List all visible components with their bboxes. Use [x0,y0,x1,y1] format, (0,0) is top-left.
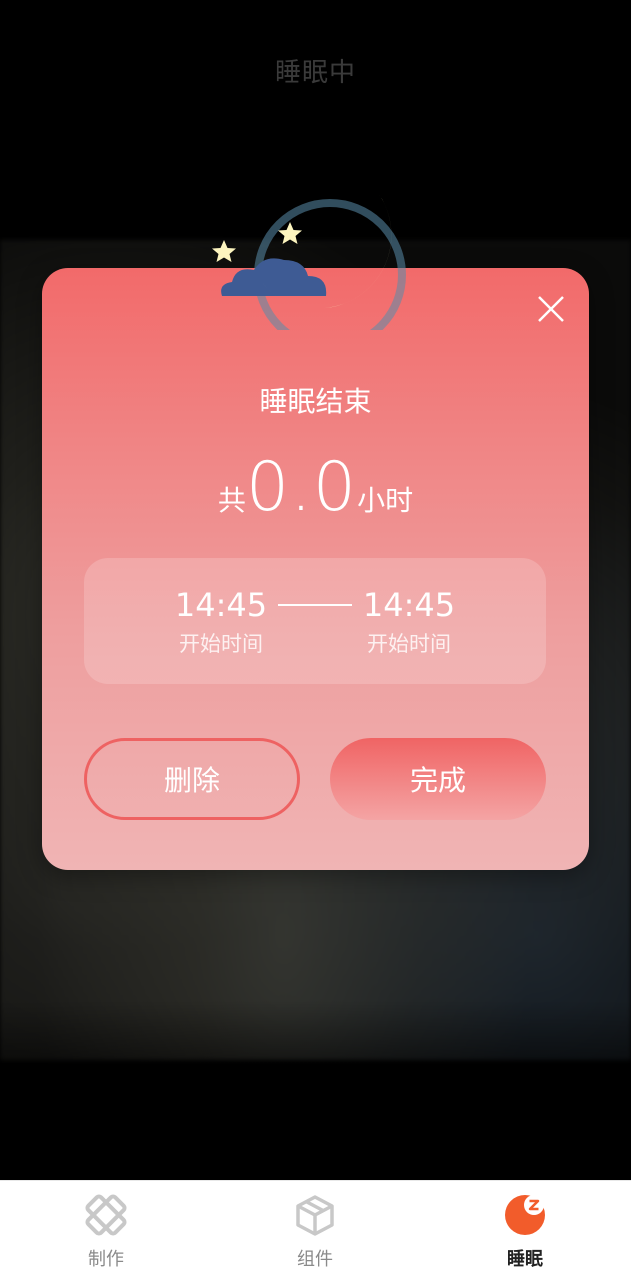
sleep-icon [505,1195,545,1235]
tab-make-label: 制作 [88,1249,124,1270]
tab-sleep[interactable]: 睡眠 [465,1181,585,1281]
total-duration: 共0.0小时 [42,448,589,527]
total-prefix: 共 [217,484,246,517]
background-fade [0,1000,631,1180]
cloud-icon [221,258,327,296]
start-time-label: 开始时间 [179,632,263,656]
make-icon [85,1194,127,1236]
bottom-tab-bar: 制作 组件 睡眠 [0,1180,631,1281]
done-button[interactable]: 完成 [330,738,546,820]
tab-widgets-label: 组件 [297,1249,333,1270]
delete-button[interactable]: 删除 [84,738,300,820]
delete-button-label: 删除 [163,764,220,797]
start-time: 14:45 [174,586,268,624]
tab-widgets[interactable]: 组件 [255,1181,375,1281]
page-title: 睡眠中 [274,58,356,88]
star-icon [212,240,236,262]
moon-cloud-illustration [212,190,406,330]
total-value: 0.0 [245,448,358,527]
tab-sleep-label: 睡眠 [507,1249,543,1270]
end-time: 14:45 [362,586,456,624]
close-icon[interactable] [534,292,568,326]
done-button-label: 完成 [409,764,466,797]
dialog-title: 睡眠结束 [259,385,372,418]
tab-make[interactable]: 制作 [46,1181,166,1281]
widget-box-icon [296,1195,334,1236]
total-unit: 小时 [357,484,414,517]
end-time-label: 开始时间 [367,632,451,656]
